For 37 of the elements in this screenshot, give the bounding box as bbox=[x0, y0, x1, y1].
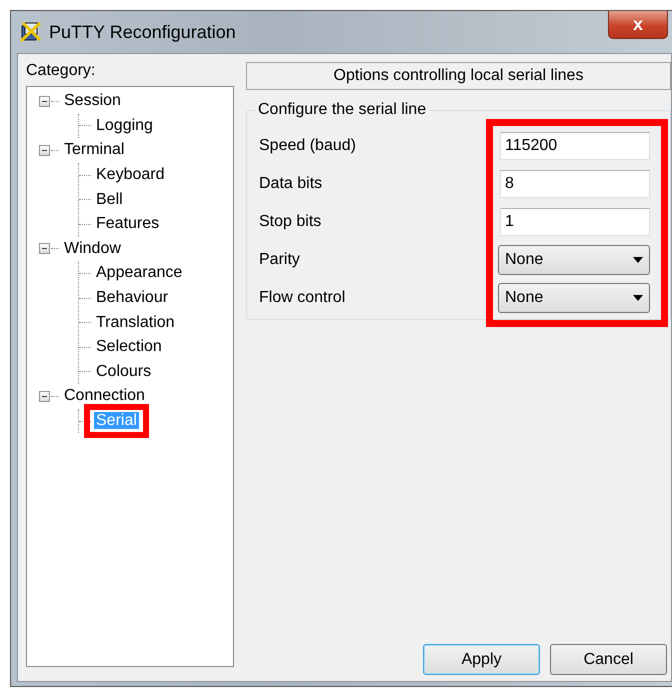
collapse-icon[interactable] bbox=[39, 96, 50, 107]
dropdown[interactable]: None bbox=[498, 245, 650, 275]
tree-item[interactable]: Features bbox=[94, 215, 162, 232]
category-label: Category: bbox=[26, 62, 96, 81]
tree-item[interactable]: Translation bbox=[94, 314, 177, 331]
dialog-button[interactable]: Cancel bbox=[550, 644, 667, 675]
field-label: Parity bbox=[259, 251, 300, 269]
close-button[interactable]: x bbox=[608, 11, 668, 39]
app-icon bbox=[19, 20, 43, 44]
dropdown[interactable]: None bbox=[498, 283, 650, 313]
field-label: Speed (baud) bbox=[259, 137, 356, 155]
group-title: Configure the serial line bbox=[255, 101, 430, 119]
panel-header: Options controlling local serial lines bbox=[246, 62, 671, 90]
tree-item[interactable]: Logging bbox=[94, 116, 155, 134]
field-label: Flow control bbox=[259, 289, 346, 307]
tree-item[interactable]: Session bbox=[62, 92, 123, 110]
tree-item[interactable]: Selection bbox=[94, 338, 164, 356]
tree-item[interactable]: Appearance bbox=[94, 264, 184, 282]
field-label: Data bits bbox=[259, 175, 322, 193]
tree-item[interactable]: Colours bbox=[94, 362, 154, 380]
dialog-button[interactable]: Apply bbox=[423, 644, 540, 675]
tree-item[interactable]: Keyboard bbox=[94, 166, 166, 184]
tree-item[interactable]: Window bbox=[62, 240, 123, 258]
input-field[interactable]: 115200 bbox=[500, 132, 650, 160]
caret-icon bbox=[633, 257, 643, 263]
field-label: Stop bits bbox=[259, 213, 322, 231]
window-title: PuTTY Reconfiguration bbox=[49, 22, 236, 42]
tree-item[interactable]: Terminal bbox=[62, 141, 126, 160]
tree-item[interactable]: Behaviour bbox=[94, 289, 170, 306]
collapse-icon[interactable] bbox=[39, 144, 50, 156]
tree-item[interactable]: Bell bbox=[94, 190, 125, 208]
input-field[interactable]: 1 bbox=[500, 208, 650, 236]
tree-item[interactable]: Connection bbox=[62, 387, 147, 406]
input-field[interactable]: 8 bbox=[500, 170, 650, 198]
caret-icon bbox=[633, 295, 643, 301]
collapse-icon[interactable] bbox=[39, 243, 50, 254]
collapse-icon[interactable] bbox=[39, 390, 50, 402]
